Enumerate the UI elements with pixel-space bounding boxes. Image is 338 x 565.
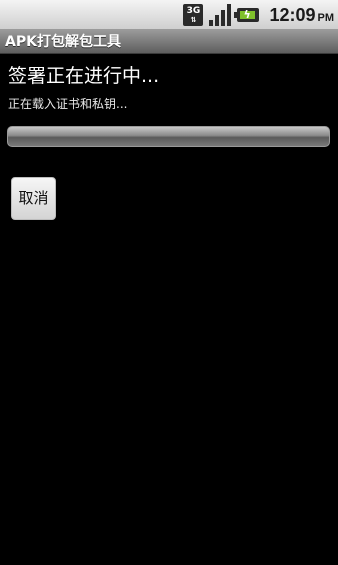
signal-bar [209,20,214,26]
battery-charging-icon: ϟ [234,8,260,22]
signal-strength-icon [209,4,232,26]
dialog-message: 正在载入证书和私钥... [8,97,128,111]
network-type-label: 3G [186,5,201,16]
signal-bar [227,4,232,26]
clock-ampm: PM [317,11,335,24]
network-activity-arrows: ⇅ [190,15,197,24]
network-3g-icon: 3G ⇅ [183,4,204,26]
dialog-heading: 签署正在进行中... [8,65,160,87]
cancel-button[interactable]: 取消 [11,177,56,220]
charging-bolt-icon: ϟ [243,8,251,21]
clock-time: 12:09 [269,4,316,25]
status-bar: 3G ⇅ ϟ 12:09 PM [0,0,338,30]
status-icons: 3G ⇅ ϟ 12:09 PM [183,0,334,30]
app-title-bar: APK打包解包工具 [0,30,338,54]
clock: 12:09 PM [269,5,334,26]
screen: 3G ⇅ ϟ 12:09 PM APK打包解包工具 签署正在进行中... 正在载入… [0,0,338,565]
signal-bar [215,15,220,26]
signal-bar [221,10,226,26]
app-title: APK打包解包工具 [5,34,121,50]
progress-bar [7,126,330,147]
